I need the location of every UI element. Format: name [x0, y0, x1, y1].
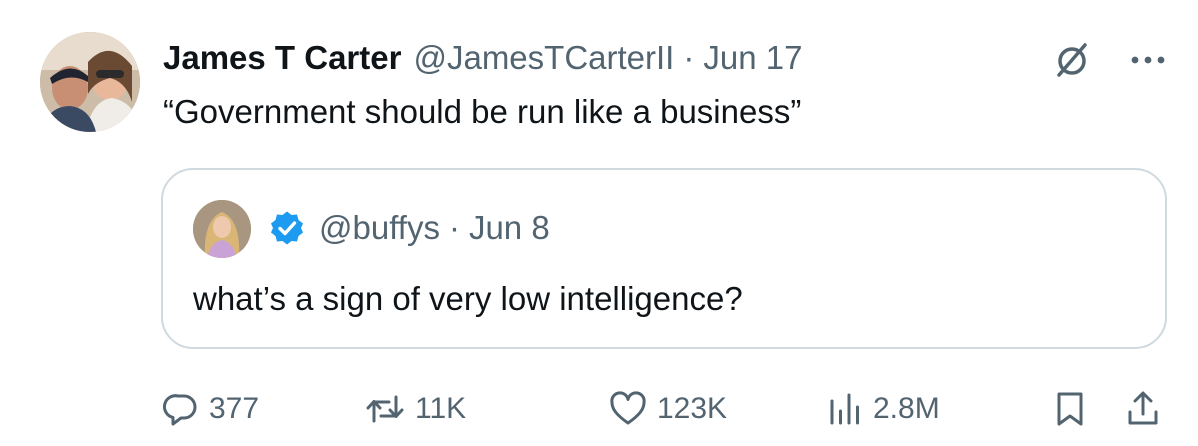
bookmark-button[interactable]	[1053, 386, 1087, 432]
reply-count: 377	[209, 392, 260, 425]
quoted-date[interactable]: Jun 8	[469, 206, 550, 250]
author-handle[interactable]: @JamesTCarterII	[413, 36, 674, 80]
tweet-actions: 377 11K 123K 2.8M	[163, 386, 1173, 432]
repost-count: 11K	[415, 392, 467, 425]
header-separator: ·	[683, 39, 695, 76]
quoted-text: what’s a sign of very low intelligence?	[193, 280, 743, 317]
tweet-card: James T Carter @JamesTCarterII · Jun 17 …	[0, 0, 1198, 446]
views-count: 2.8M	[873, 392, 940, 425]
verified-badge-icon	[271, 211, 303, 245]
author-name[interactable]: James T Carter	[163, 36, 401, 80]
quoted-tweet[interactable]: @buffys · Jun 8 what’s a sign of very lo…	[161, 168, 1167, 349]
author-avatar[interactable]	[40, 32, 140, 132]
quoted-author-avatar[interactable]	[193, 200, 251, 258]
repost-button[interactable]: 11K	[365, 386, 466, 432]
tweet-date[interactable]: Jun 17	[703, 36, 802, 80]
views-icon	[827, 391, 863, 427]
like-count: 123K	[657, 392, 728, 425]
bookmark-icon	[1053, 390, 1087, 428]
share-icon	[1125, 390, 1161, 428]
grok-icon[interactable]	[1052, 40, 1092, 80]
reply-button[interactable]: 377	[163, 386, 259, 432]
tweet-text: “Government should be run like a busines…	[163, 93, 802, 130]
tweet-header: James T Carter @JamesTCarterII · Jun 17	[163, 36, 802, 80]
tweet-top-actions	[1052, 40, 1166, 80]
quoted-handle[interactable]: @buffys	[319, 206, 440, 250]
more-icon[interactable]	[1130, 55, 1166, 65]
quoted-separator: ·	[448, 209, 460, 246]
quoted-header: @buffys · Jun 8	[269, 206, 550, 250]
author-avatar-image	[40, 32, 140, 132]
reply-icon	[163, 391, 199, 427]
like-icon	[609, 391, 647, 427]
like-button[interactable]: 123K	[609, 386, 727, 432]
share-button[interactable]	[1125, 386, 1161, 432]
views-button[interactable]: 2.8M	[827, 386, 940, 432]
quoted-avatar-image	[193, 200, 251, 258]
repost-icon	[365, 391, 405, 427]
